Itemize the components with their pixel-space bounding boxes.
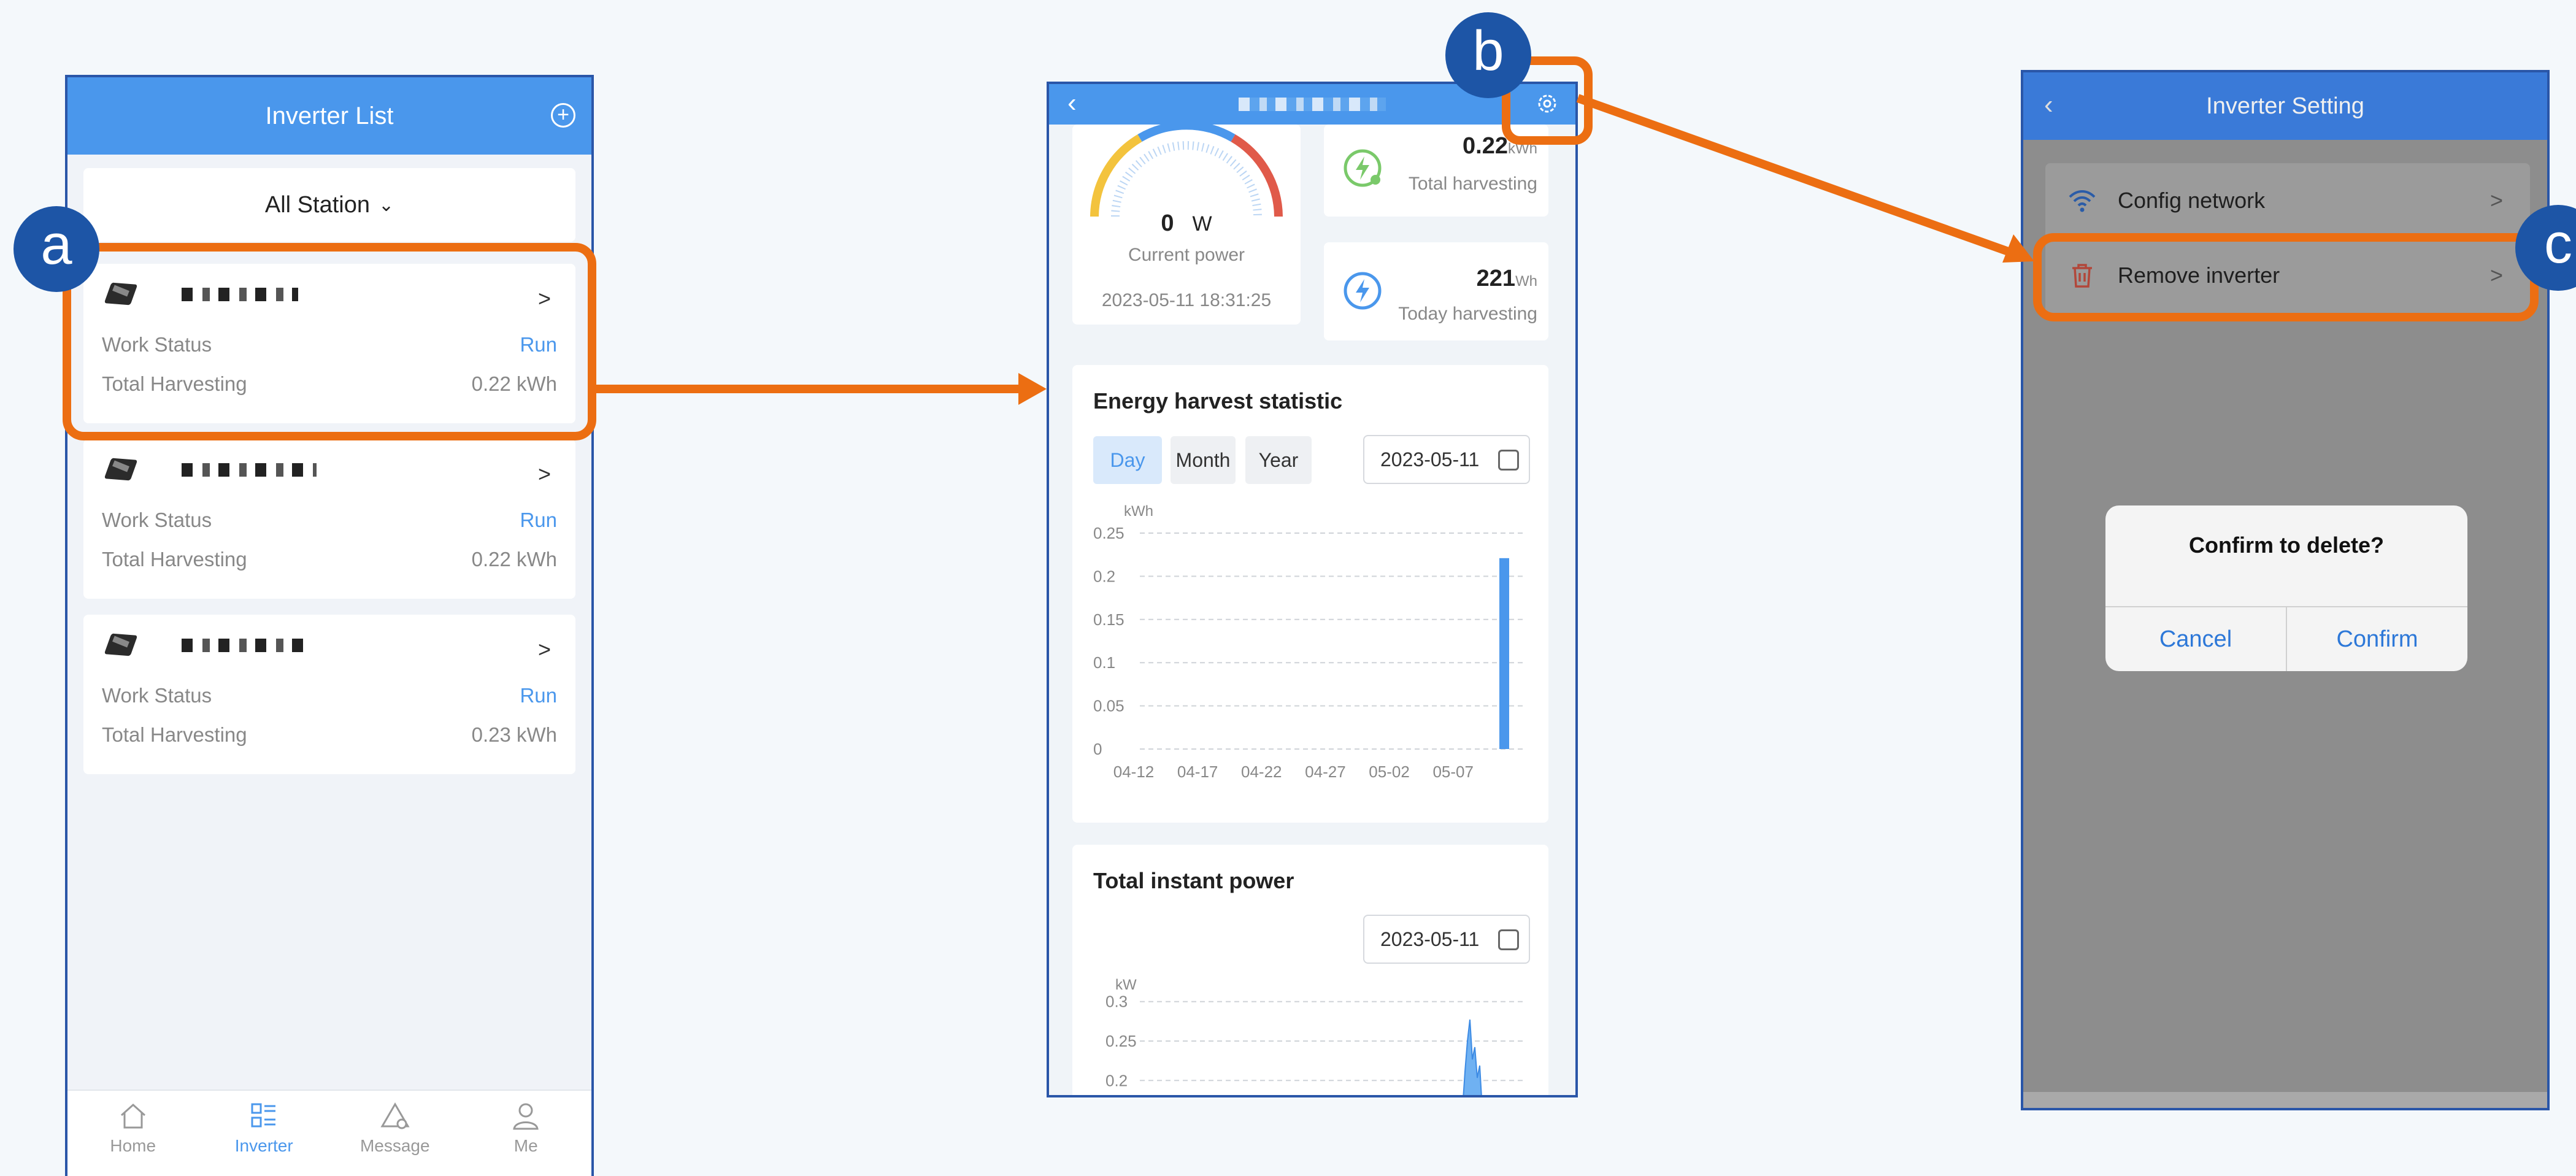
annotation-arrows bbox=[594, 94, 2034, 405]
highlight-inverter-card bbox=[63, 243, 596, 440]
annotation-badge-b: b bbox=[1445, 12, 1531, 98]
arrow-b-to-c bbox=[1576, 94, 2024, 261]
annotation-badge-a: a bbox=[13, 206, 99, 292]
arrow-head bbox=[1018, 373, 1047, 405]
highlight-remove-inverter bbox=[2033, 233, 2539, 321]
